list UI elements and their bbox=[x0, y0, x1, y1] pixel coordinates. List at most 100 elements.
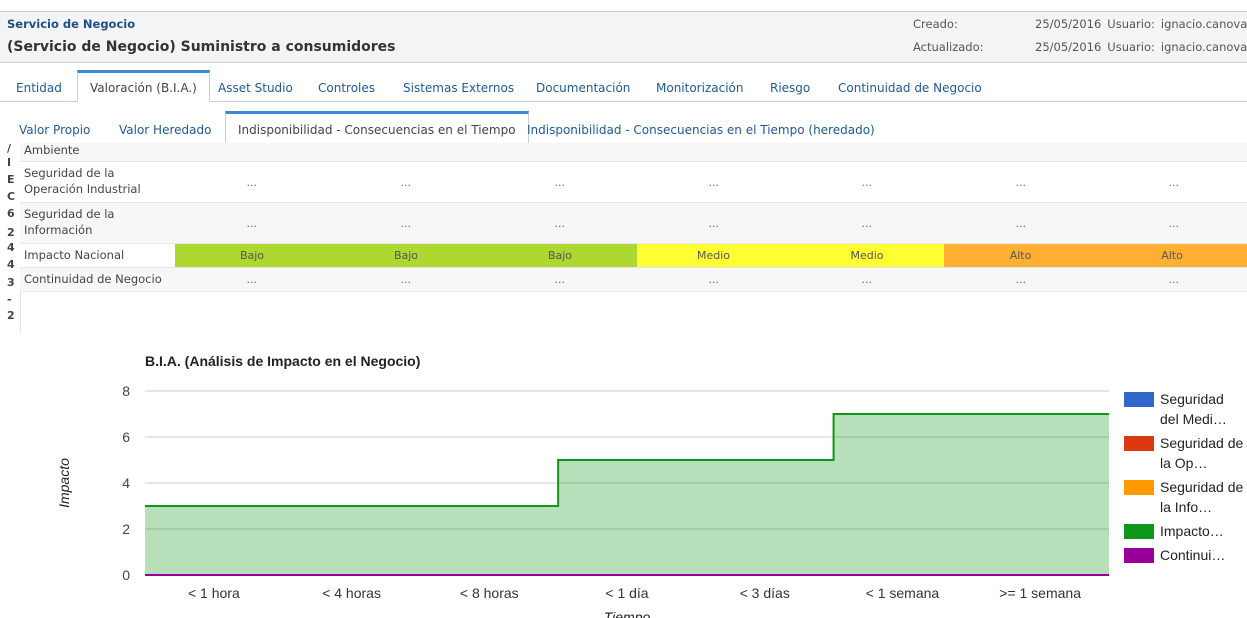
legend-swatch bbox=[1124, 548, 1154, 563]
created-date: 25/05/2016 bbox=[1035, 17, 1102, 31]
updated-user: ignacio.canovas bbox=[1160, 40, 1247, 54]
x-tick-label: < 1 semana bbox=[866, 585, 940, 601]
x-tick-label: < 4 horas bbox=[322, 585, 381, 601]
row-label: Impacto Nacional bbox=[24, 248, 125, 262]
legend-swatch bbox=[1124, 524, 1154, 539]
grid-row-continuidad: Continuidad de Negocio ... ... ... ... .… bbox=[20, 268, 1247, 292]
grid-cell[interactable]: ... bbox=[790, 203, 944, 243]
x-tick-label: < 8 horas bbox=[460, 585, 519, 601]
side-code-char: 2 bbox=[7, 309, 15, 322]
legend-swatch bbox=[1124, 480, 1154, 495]
tab-asset-studio[interactable]: Asset Studio bbox=[206, 70, 305, 101]
grid-cell[interactable]: ... bbox=[175, 162, 329, 202]
grid-cell[interactable]: ... bbox=[1097, 268, 1247, 291]
impact-grid: / I E C 6 2 4 4 3 - 2 Ambiente Seguridad… bbox=[0, 143, 1247, 332]
updated-label: Actualizado: bbox=[913, 40, 984, 54]
chart-legend: Seguridad del Medi… Seguridad de la Op… … bbox=[1124, 388, 1247, 568]
row-label: Seguridad de la Información bbox=[24, 207, 115, 237]
created-info: Creado: 25/05/2016 Usuario: ignacio.canovas bbox=[913, 17, 1247, 31]
legend-item[interactable]: Seguridad del Medi… bbox=[1124, 388, 1247, 432]
subtab-valor-heredado[interactable]: Valor Heredado bbox=[107, 111, 223, 143]
row-label: Ambiente bbox=[24, 143, 80, 157]
grid-cell[interactable]: ... bbox=[329, 203, 483, 243]
updated-user-label: Usuario: bbox=[1107, 40, 1155, 54]
series-area bbox=[145, 414, 1109, 575]
grid-cell-level[interactable]: Alto bbox=[1097, 244, 1247, 267]
tab-valoracion[interactable]: Valoración (B.I.A.) bbox=[77, 70, 210, 102]
grid-cell[interactable]: ... bbox=[329, 162, 483, 202]
grid-row-seg-informacion: Seguridad de la Información ... ... ... … bbox=[20, 203, 1247, 244]
grid-cell[interactable]: ... bbox=[483, 268, 637, 291]
grid-cell[interactable]: ... bbox=[483, 162, 637, 202]
side-code-char: 2 bbox=[7, 226, 15, 239]
sub-tabs: Valor Propio Valor Heredado Indisponibil… bbox=[0, 111, 1247, 144]
grid-cell[interactable]: ... bbox=[944, 268, 1098, 291]
side-code-char: E bbox=[7, 173, 15, 186]
grid-cell[interactable]: ... bbox=[1097, 162, 1247, 202]
legend-label: Seguridad de la Info… bbox=[1160, 479, 1244, 515]
legend-label: Impacto… bbox=[1160, 523, 1224, 539]
tab-documentacion[interactable]: Documentación bbox=[524, 70, 642, 101]
tab-sistemas-externos[interactable]: Sistemas Externos bbox=[391, 70, 526, 101]
tab-entidad[interactable]: Entidad bbox=[4, 70, 74, 101]
legend-swatch bbox=[1124, 436, 1154, 451]
grid-cell[interactable]: ... bbox=[637, 162, 791, 202]
side-code-char: 4 bbox=[7, 258, 15, 271]
tab-continuidad-de-negocio[interactable]: Continuidad de Negocio bbox=[826, 70, 994, 101]
grid-cell[interactable]: ... bbox=[175, 203, 329, 243]
tab-controles[interactable]: Controles bbox=[306, 70, 387, 101]
grid-cell[interactable]: ... bbox=[790, 268, 944, 291]
y-tick-label: 0 bbox=[122, 567, 130, 583]
grid-row-ambiente: Ambiente bbox=[20, 143, 1247, 162]
subtab-indisponibilidad-heredado[interactable]: Indisponibilidad - Consecuencias en el T… bbox=[515, 111, 887, 143]
row-label: Continuidad de Negocio bbox=[24, 272, 162, 286]
tab-riesgo[interactable]: Riesgo bbox=[758, 70, 822, 101]
grid-cell[interactable]: ... bbox=[637, 203, 791, 243]
legend-label: Seguridad del Medi… bbox=[1160, 391, 1227, 427]
legend-label: Continui… bbox=[1160, 547, 1226, 563]
grid-cell-level[interactable]: Medio bbox=[637, 244, 790, 267]
legend-item[interactable]: Impacto… bbox=[1124, 520, 1247, 544]
side-code-char: / bbox=[7, 143, 12, 155]
grid-cell[interactable]: ... bbox=[175, 268, 329, 291]
grid-cell-level[interactable]: Bajo bbox=[483, 244, 637, 267]
tab-monitorizacion[interactable]: Monitorización bbox=[644, 70, 755, 101]
x-tick-label: < 1 día bbox=[605, 585, 648, 601]
side-code-char: I bbox=[7, 156, 12, 169]
grid-cell-level[interactable]: Medio bbox=[790, 244, 944, 267]
subtab-valor-propio[interactable]: Valor Propio bbox=[7, 111, 102, 143]
grid-cell[interactable]: ... bbox=[1097, 203, 1247, 243]
legend-item[interactable]: Continui… bbox=[1124, 544, 1247, 568]
side-code-char: C bbox=[7, 190, 16, 203]
grid-cell-level[interactable]: Alto bbox=[944, 244, 1097, 267]
updated-info: Actualizado: 25/05/2016 Usuario: ignacio.ca… bbox=[913, 40, 1247, 54]
legend-item[interactable]: Seguridad de la Info… bbox=[1124, 476, 1247, 520]
grid-cell-level[interactable]: Bajo bbox=[175, 244, 329, 267]
legend-swatch bbox=[1124, 392, 1154, 407]
legend-item[interactable]: Seguridad de la Op… bbox=[1124, 432, 1247, 476]
grid-cell[interactable]: ... bbox=[944, 162, 1098, 202]
created-label: Creado: bbox=[913, 17, 958, 31]
grid-cell[interactable]: ... bbox=[790, 162, 944, 202]
grid-cell[interactable]: ... bbox=[637, 268, 791, 291]
subtab-indisponibilidad[interactable]: Indisponibilidad - Consecuencias en el T… bbox=[225, 111, 529, 144]
y-tick-label: 8 bbox=[122, 383, 130, 399]
grid-cell[interactable]: ... bbox=[483, 203, 637, 243]
bia-chart: 0 2 4 6 8 < 1 hora < 4 horas < 8 horas < 1 día < … bbox=[56, 383, 1109, 618]
page-title: (Servicio de Negocio) Suministro a consu… bbox=[7, 39, 396, 55]
x-tick-label: < 1 hora bbox=[188, 585, 240, 601]
grid-cell[interactable]: ... bbox=[329, 268, 483, 291]
row-label: Seguridad de la Operación Industrial bbox=[24, 166, 141, 196]
legend-label: Seguridad de la Op… bbox=[1160, 435, 1244, 471]
entity-header: Servicio de Negocio (Servicio de Negocio… bbox=[0, 11, 1247, 63]
side-code-char: 3 bbox=[7, 276, 15, 289]
y-tick-label: 2 bbox=[122, 521, 130, 537]
updated-date: 25/05/2016 bbox=[1035, 40, 1102, 54]
created-user-label: Usuario: bbox=[1107, 17, 1155, 31]
grid-cell[interactable]: ... bbox=[944, 203, 1098, 243]
y-tick-label: 4 bbox=[122, 475, 130, 491]
side-code-char: 4 bbox=[7, 241, 15, 254]
main-tabs: Entidad Valoración (B.I.A.) Asset Studio… bbox=[0, 70, 1247, 102]
entity-type-label: Servicio de Negocio bbox=[7, 17, 136, 31]
grid-cell-level[interactable]: Bajo bbox=[329, 244, 483, 267]
